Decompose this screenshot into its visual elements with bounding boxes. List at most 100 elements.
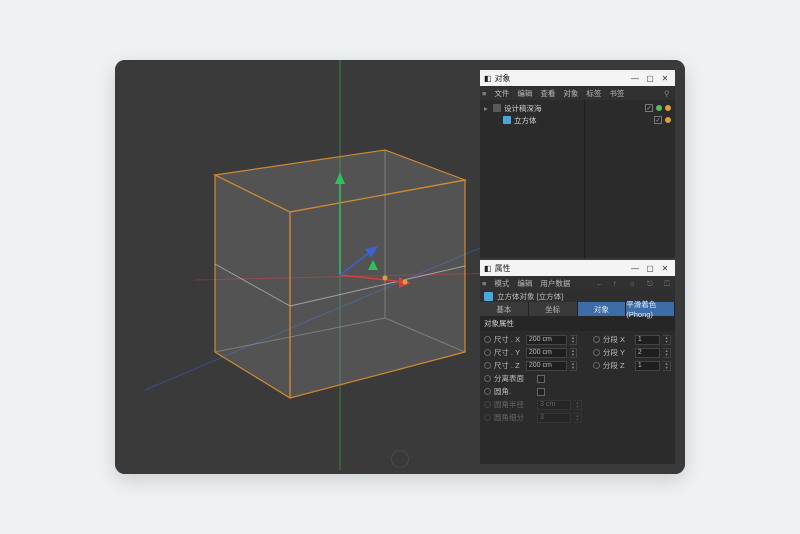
attr-panel-titlebar[interactable]: ◧ 属性 — ▢ ✕ [480,260,675,276]
layer-dot[interactable] [656,105,662,111]
maximize-button[interactable]: ▢ [644,72,656,84]
object-panel-title: 对象 [495,73,511,84]
spinner-fillet-radius: ▲▼ [574,400,582,410]
app-icon: ◧ [484,74,492,83]
search-icon[interactable]: ⚲ [664,89,673,98]
anim-dot-icon[interactable] [593,349,600,356]
spinner-size-z[interactable]: ▲▼ [570,361,578,371]
menu-file[interactable]: 文件 [494,88,509,99]
anim-dot-icon[interactable] [484,349,491,356]
menu-view[interactable]: 查看 [540,88,555,99]
prop-row-separate: 分离表面 [484,372,671,385]
anim-dot-icon[interactable] [484,336,491,343]
label-size-y: 尺寸 . Y [494,347,523,358]
anim-dot-icon[interactable] [593,336,600,343]
hamburger-icon[interactable]: ≡ [482,89,486,98]
object-panel-titlebar[interactable]: ◧ 对象 — ▢ ✕ [480,70,675,86]
link-icon[interactable]: ⎋ [647,279,656,288]
attr-panel-title: 属性 [495,263,511,274]
label-seg-x: 分段 X [603,334,632,345]
nav-back-icon[interactable]: ← [596,279,605,288]
prop-row-fillet: 圆角. [484,385,671,398]
input-seg-x[interactable]: 1 [635,335,660,345]
layer-dot[interactable] [665,117,671,123]
spinner-size-x[interactable]: ▲▼ [570,335,578,345]
attr-panel-menubar: ≡ 模式 编辑 用户数据 ← ↑ ⌂ ⎋ ⏍ [480,276,675,290]
cube-icon [503,116,511,124]
label-separate: 分离表面 [494,373,534,384]
input-size-y[interactable]: 200 cm [526,348,567,358]
anim-dot-icon [484,414,491,421]
input-seg-z[interactable]: 1 [635,361,660,371]
tree-row[interactable]: ▸ 设计稿深海 ✓ [484,102,671,114]
tree-column-divider[interactable] [584,100,585,258]
anim-dot-icon[interactable] [484,375,491,382]
spinner-seg-x[interactable]: ▲▼ [663,335,671,345]
menu-bookmark[interactable]: 书签 [609,88,624,99]
hamburger-icon[interactable]: ≡ [482,279,486,288]
properties-list: 尺寸 . X 200 cm ▲▼ 分段 X 1 ▲▼ 尺寸 . Y 200 cm… [480,331,675,426]
prop-row-size-z: 尺寸 . Z 200 cm ▲▼ 分段 Z 1 ▲▼ [484,359,671,372]
spinner-seg-z[interactable]: ▲▼ [663,361,671,371]
visibility-toggle[interactable]: ✓ [645,104,653,112]
close-button[interactable]: ✕ [659,72,671,84]
home-icon[interactable]: ⌂ [630,279,639,288]
attr-tabs: 基本 坐标 对象 平滑着色(Phong) [480,302,675,316]
prop-row-size-y: 尺寸 . Y 200 cm ▲▼ 分段 Y 2 ▲▼ [484,346,671,359]
app-icon: ◧ [484,264,492,273]
checkbox-fillet[interactable] [537,388,545,396]
input-seg-y[interactable]: 2 [635,348,660,358]
tab-phong[interactable]: 平滑着色(Phong) [626,302,675,316]
spinner-fillet-sub: ▲▼ [574,413,582,423]
label-seg-z: 分段 Z [603,360,632,371]
label-seg-y: 分段 Y [603,347,632,358]
input-size-x[interactable]: 200 cm [526,335,567,345]
anim-dot-icon[interactable] [484,362,491,369]
label-size-z: 尺寸 . Z [494,360,523,371]
spinner-seg-y[interactable]: ▲▼ [663,348,671,358]
input-fillet-radius: 3 cm [537,400,571,410]
menu-mode[interactable]: 模式 [494,278,509,289]
cube-icon [484,292,493,301]
checkbox-separate[interactable] [537,375,545,383]
anim-dot-icon[interactable] [484,388,491,395]
input-fillet-sub: 3 [537,413,571,423]
close-button[interactable]: ✕ [659,262,671,274]
anim-dot-icon [484,401,491,408]
maximize-button[interactable]: ▢ [644,262,656,274]
label-fillet: 圆角. [494,386,534,397]
prop-row-fillet-sub: 圆角细分 3 ▲▼ [484,411,671,424]
object-tree[interactable]: ▸ 设计稿深海 ✓ 立方体 ✓ [480,100,675,128]
visibility-toggle[interactable]: ✓ [654,116,662,124]
layer-dot[interactable] [665,105,671,111]
lock-icon[interactable]: ⏍ [664,279,673,288]
expand-arrow-icon[interactable]: ▸ [484,104,490,113]
tree-row[interactable]: 立方体 ✓ [484,114,671,126]
tree-item-label: 设计稿深海 [504,103,542,114]
input-size-z[interactable]: 200 cm [526,361,567,371]
label-fillet-radius: 圆角半径 [494,399,534,410]
menu-edit[interactable]: 编辑 [517,88,532,99]
menu-tag[interactable]: 标签 [586,88,601,99]
label-size-x: 尺寸 . X [494,334,523,345]
minimize-button[interactable]: — [629,262,641,274]
tab-basic[interactable]: 基本 [480,302,529,316]
attribute-panel: ◧ 属性 — ▢ ✕ ≡ 模式 编辑 用户数据 ← ↑ ⌂ ⎋ ⏍ 立方体对象 … [480,260,675,464]
nav-up-icon[interactable]: ↑ [613,279,622,288]
app-window: ◧ 对象 — ▢ ✕ ≡ 文件 编辑 查看 对象 标签 书签 ⚲ ▸ 设计稿深海… [115,60,685,474]
minimize-button[interactable]: — [629,72,641,84]
prop-row-fillet-radius: 圆角半径 3 cm ▲▼ [484,398,671,411]
anim-dot-icon[interactable] [593,362,600,369]
menu-object[interactable]: 对象 [563,88,578,99]
null-icon [493,104,501,112]
object-manager-panel: ◧ 对象 — ▢ ✕ ≡ 文件 编辑 查看 对象 标签 书签 ⚲ ▸ 设计稿深海… [480,70,675,258]
object-header-label: 立方体对象 [立方体] [497,291,563,302]
object-panel-menubar: ≡ 文件 编辑 查看 对象 标签 书签 ⚲ [480,86,675,100]
tab-coord[interactable]: 坐标 [529,302,578,316]
spinner-size-y[interactable]: ▲▼ [570,348,578,358]
tab-object[interactable]: 对象 [578,302,627,316]
tree-item-label: 立方体 [514,115,537,126]
menu-edit[interactable]: 编辑 [517,278,532,289]
watermark-icon [391,450,409,468]
menu-user[interactable]: 用户数据 [540,278,570,289]
